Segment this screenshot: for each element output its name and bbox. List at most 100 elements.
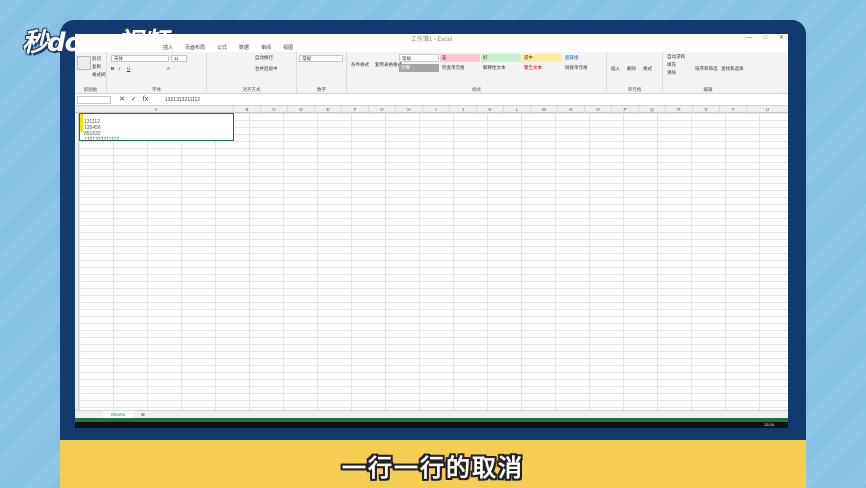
underline-icon[interactable]: U (127, 66, 130, 71)
find-select-button[interactable]: 查找和选择 (721, 66, 744, 72)
style-good[interactable]: 好 (481, 54, 521, 62)
font-label: 字体 (152, 87, 161, 92)
number-format-select[interactable]: 常规 (299, 55, 343, 62)
window-controls: — □ ✕ (736, 34, 784, 41)
column-header[interactable]: S (693, 106, 720, 113)
highlight-marker (80, 114, 83, 132)
bold-icon[interactable]: B (111, 66, 114, 71)
column-header[interactable]: Q (639, 106, 666, 113)
style-warning[interactable]: 警告文本 (522, 64, 562, 72)
font-color-icon[interactable]: A (167, 66, 170, 71)
column-header[interactable]: J (450, 106, 477, 113)
conditional-format-button[interactable]: 条件格式 (351, 62, 369, 68)
maximize-button[interactable]: □ (764, 35, 768, 41)
tab-formulas[interactable]: 公式 (217, 44, 227, 51)
formula-bar: ✕ ✓ fx 1321313211112 (75, 94, 788, 106)
column-header[interactable]: I (423, 106, 450, 113)
font-name-select[interactable]: 宋体 (111, 55, 169, 62)
column-header[interactable]: B (234, 106, 261, 113)
ribbon-tabs: 插入 页面布局 公式 数据 审阅 视图 (75, 42, 788, 52)
format-painter-button[interactable]: 格式刷 (92, 72, 106, 78)
worksheet-grid[interactable]: A B C D E F G H I J K L M N O P Q R S T … (75, 106, 788, 410)
close-button[interactable]: ✕ (779, 35, 784, 41)
subtitle-text: 一行一行的取消 (342, 454, 524, 482)
column-header[interactable]: M (531, 106, 558, 113)
wrap-text-button[interactable]: 自动换行 (255, 55, 273, 61)
sheet-tabs-bar: Sheet1 ⊕ (75, 410, 788, 419)
ribbon: 剪切 复制 格式刷 剪贴板 宋体 11 B I U A 字体 自动换行 合并后居… (75, 52, 788, 94)
tab-insert[interactable]: 插入 (163, 44, 173, 51)
excel-window: 工作簿1 - Excel — □ ✕ 插入 页面布局 公式 数据 审阅 视图 剪… (75, 34, 788, 428)
format-cells-button[interactable]: 格式 (643, 66, 652, 72)
italic-icon[interactable]: I (119, 66, 120, 71)
column-header[interactable]: O (585, 106, 612, 113)
merge-center-button[interactable]: 合并后居中 (255, 66, 278, 72)
clipboard-label: 剪贴板 (83, 87, 98, 92)
font-group: 宋体 11 B I U A 字体 (107, 52, 207, 94)
fill-button[interactable]: 填充 (667, 62, 676, 68)
style-linked-cell[interactable]: 链接单元格 (563, 64, 603, 72)
column-header[interactable]: C (261, 106, 288, 113)
column-header[interactable]: N (558, 106, 585, 113)
cells-label: 单元格 (627, 87, 642, 92)
styles-group: 条件格式 套用表格格式 常规 差 好 适中 超链接 计算 检查单元格 解释性文本… (347, 52, 607, 94)
clear-button[interactable]: 清除 (667, 70, 676, 76)
style-bad[interactable]: 差 (440, 54, 480, 62)
column-header[interactable]: D (288, 106, 315, 113)
editing-label: 编辑 (703, 87, 713, 92)
column-header[interactable]: P (612, 106, 639, 113)
taskbar-clock: 13:34 (763, 422, 774, 427)
column-header[interactable]: F (342, 106, 369, 113)
number-group: 常规 数字 (297, 52, 347, 94)
cells-group: 插入 删除 格式 单元格 (607, 52, 663, 94)
autosum-button[interactable]: 自动求和 (667, 54, 685, 60)
subtitle-bar: 一行一行的取消 (60, 440, 806, 488)
paste-icon[interactable] (77, 56, 91, 70)
cell-gridlines[interactable] (79, 113, 788, 410)
title-bar: 工作簿1 - Excel — □ ✕ (75, 34, 788, 43)
clipboard-group: 剪切 复制 格式刷 剪贴板 (75, 52, 107, 94)
editing-group: 自动求和 填充 清除 排序和筛选 查找和选择 编辑 (663, 52, 753, 94)
taskbar: 13:34 (75, 422, 788, 428)
copy-button[interactable]: 复制 (92, 64, 101, 70)
font-size-select[interactable]: 11 (171, 55, 187, 62)
cell-a5[interactable]: 1321313211112 (84, 137, 119, 143)
column-header[interactable]: E (315, 106, 342, 113)
style-explanatory[interactable]: 解释性文本 (481, 64, 521, 72)
insert-cells-button[interactable]: 插入 (611, 66, 620, 72)
style-normal[interactable]: 常规 (399, 54, 439, 62)
formula-input[interactable]: 1321313211112 (165, 97, 200, 103)
column-header[interactable]: L (504, 106, 531, 113)
tab-review[interactable]: 审阅 (261, 44, 271, 51)
cut-button[interactable]: 剪切 (92, 56, 101, 62)
alignment-label: 对齐方式 (242, 87, 261, 92)
column-header[interactable]: A (79, 106, 234, 113)
alignment-group: 自动换行 合并后居中 对齐方式 (207, 52, 297, 94)
column-header[interactable]: H (396, 106, 423, 113)
column-header[interactable]: U (747, 106, 788, 113)
tab-view[interactable]: 视图 (283, 44, 293, 51)
number-label: 数字 (317, 87, 326, 92)
tab-layout[interactable]: 页面布局 (185, 44, 205, 51)
cancel-icon[interactable]: ✕ (119, 96, 125, 103)
column-header[interactable]: R (666, 106, 693, 113)
style-hyperlink[interactable]: 超链接 (563, 54, 603, 62)
column-header[interactable]: K (477, 106, 504, 113)
name-box[interactable] (77, 96, 111, 104)
sort-filter-button[interactable]: 排序和筛选 (695, 66, 718, 72)
styles-label: 样式 (472, 87, 481, 92)
style-calculation[interactable]: 计算 (399, 64, 439, 72)
delete-cells-button[interactable]: 删除 (627, 66, 636, 72)
column-header[interactable]: G (369, 106, 396, 113)
style-check-cell[interactable]: 检查单元格 (440, 64, 480, 72)
selected-cell-range[interactable]: 131112 135456 851632 1321313211112 (79, 113, 234, 143)
row-headers[interactable] (75, 113, 79, 410)
style-neutral[interactable]: 适中 (522, 54, 562, 62)
format-as-table-button[interactable]: 套用表格格式 (375, 62, 402, 68)
window-title: 工作簿1 - Excel (410, 37, 453, 43)
minimize-button[interactable]: — (746, 35, 752, 41)
fx-icon[interactable]: fx (143, 96, 148, 103)
tab-data[interactable]: 数据 (239, 44, 249, 51)
enter-icon[interactable]: ✓ (131, 96, 137, 103)
column-header[interactable]: T (720, 106, 747, 113)
